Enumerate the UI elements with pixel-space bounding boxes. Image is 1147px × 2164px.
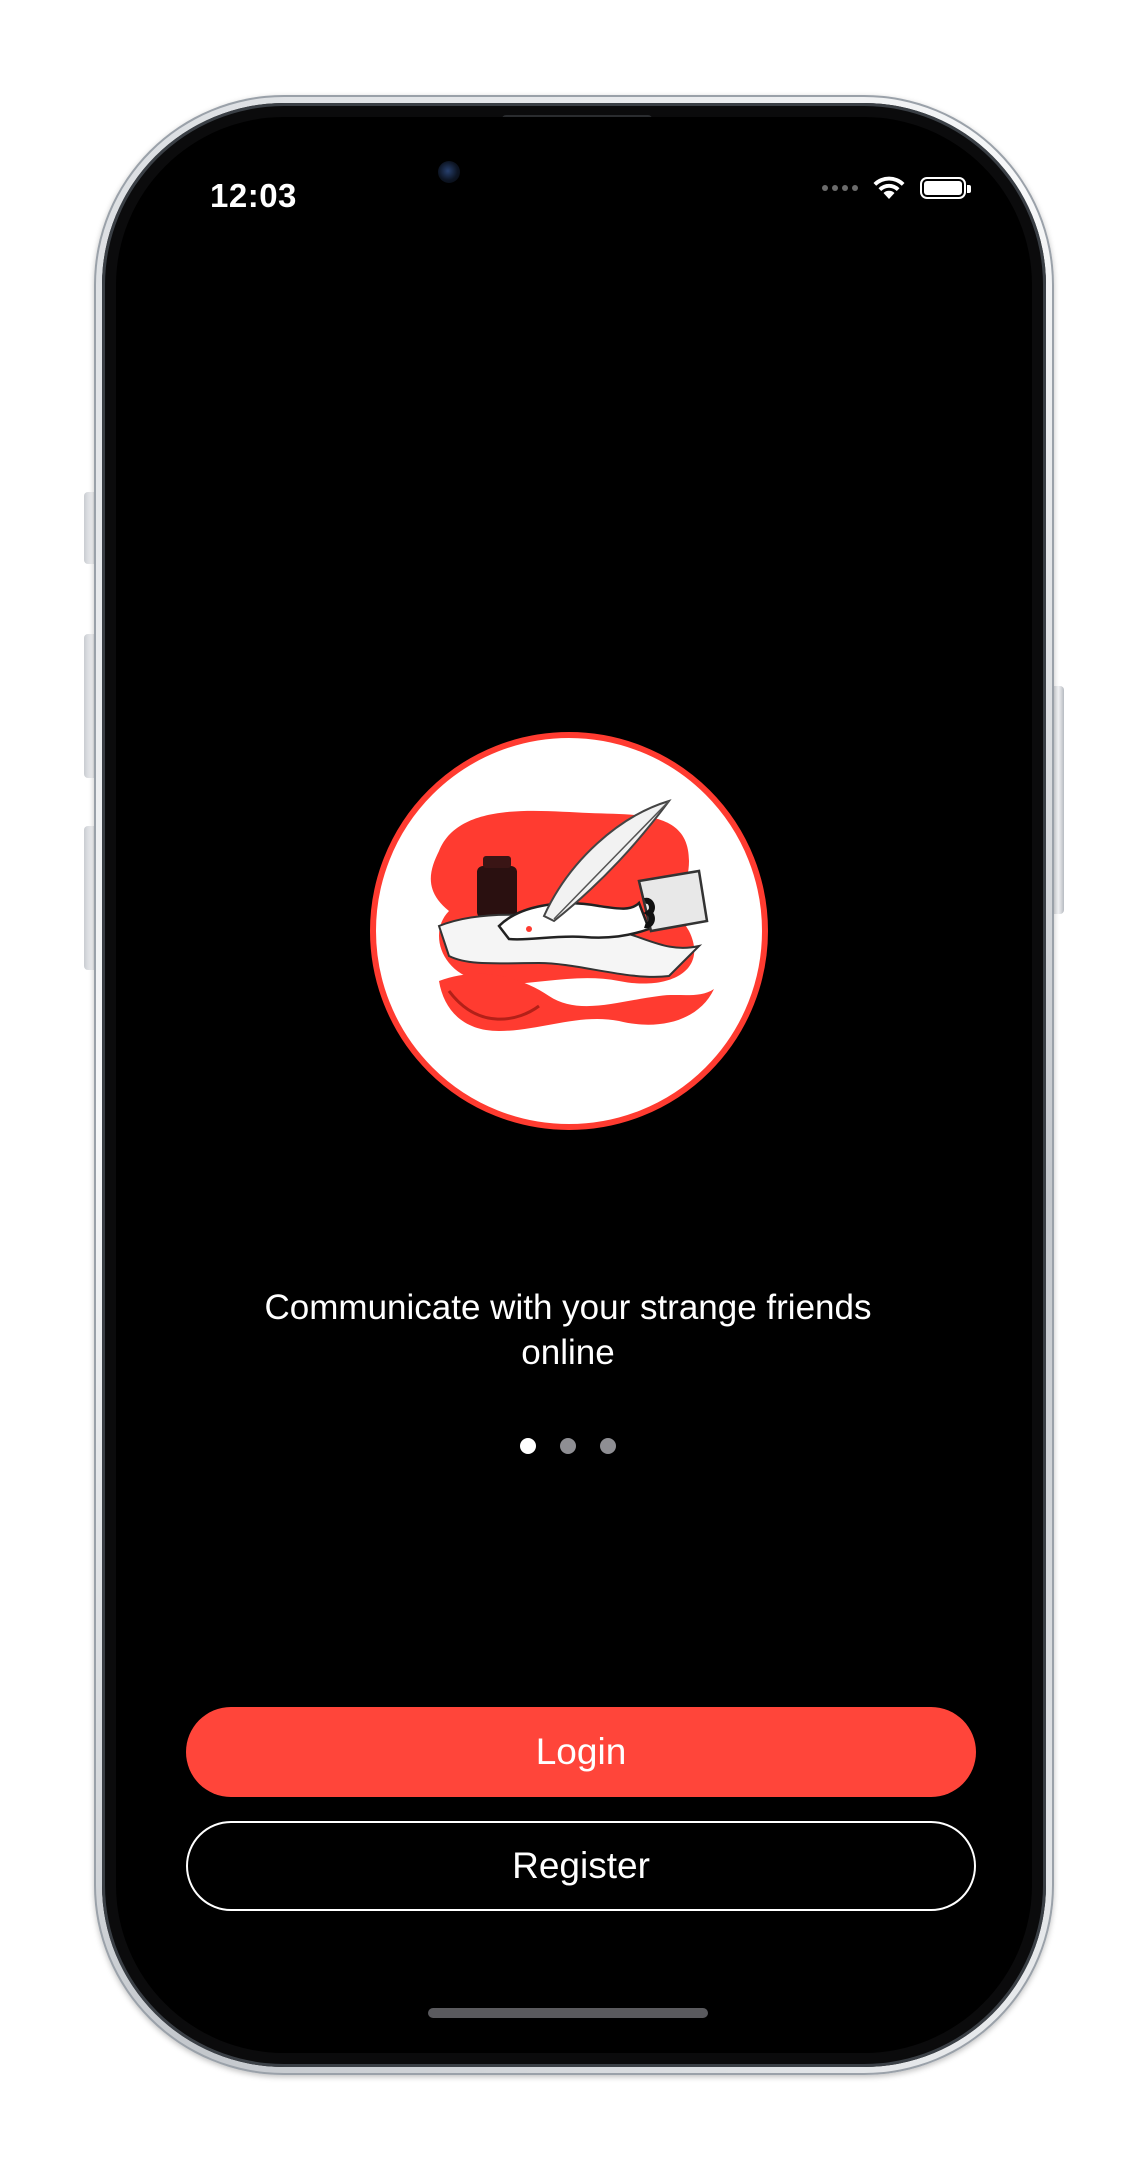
cellular-signal-icon	[822, 185, 858, 191]
page-dot[interactable]	[520, 1438, 536, 1454]
login-button[interactable]: Login	[186, 1707, 976, 1797]
front-camera	[438, 161, 460, 183]
phone-screen: 12:03 Communicate with your strange frie…	[116, 117, 1032, 2053]
status-icons	[822, 175, 971, 201]
onboarding-tagline: Communicate with your strange friends on…	[264, 1288, 872, 1372]
page-indicator[interactable]	[116, 1438, 1020, 1454]
register-button[interactable]: Register	[186, 1821, 976, 1911]
battery-level	[924, 181, 962, 195]
phone-bezel: 12:03 Communicate with your strange frie…	[102, 103, 1046, 2067]
home-indicator[interactable]	[428, 2008, 708, 2018]
battery-icon	[920, 177, 971, 199]
page-dot[interactable]	[560, 1438, 576, 1454]
phone-frame: 12:03 Communicate with your strange frie…	[94, 95, 1054, 2075]
quill-writing-hand-icon	[370, 732, 768, 1130]
device-mockup: 12:03 Communicate with your strange frie…	[0, 0, 1147, 2164]
wifi-icon	[873, 176, 905, 199]
status-time: 12:03	[210, 177, 297, 214]
page-dot[interactable]	[600, 1438, 616, 1454]
